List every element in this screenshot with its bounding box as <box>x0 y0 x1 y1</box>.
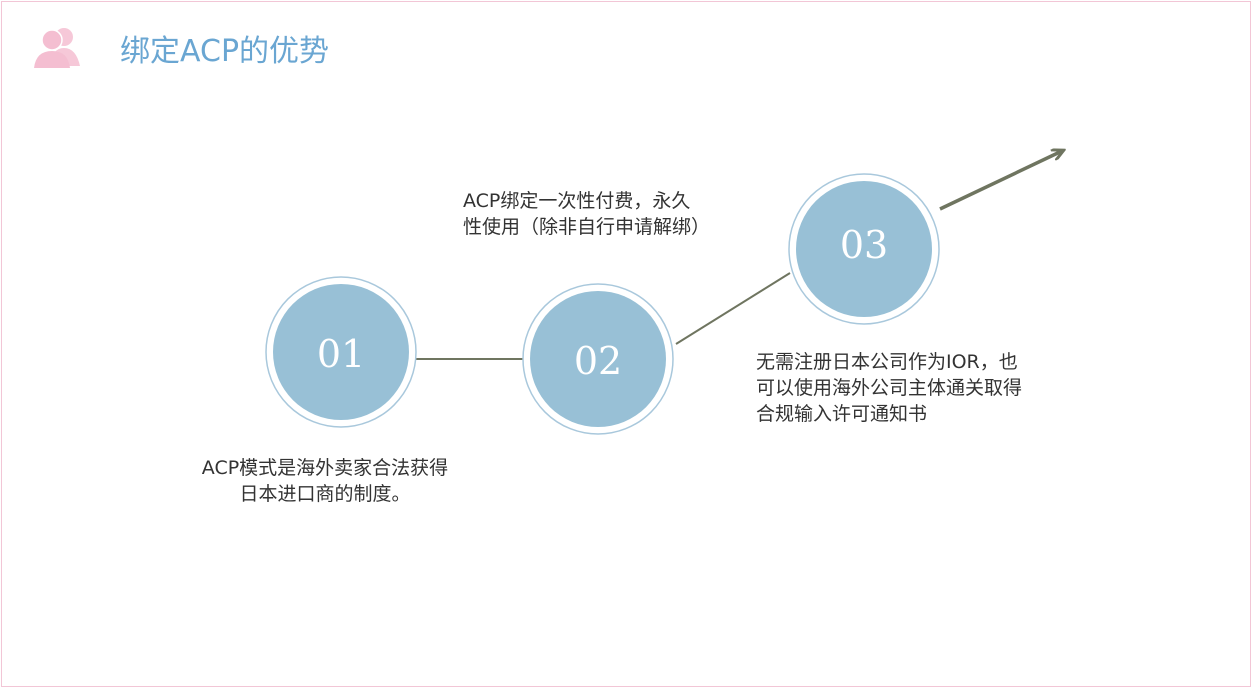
trend-arrow <box>939 151 1062 211</box>
step-number-02: 02 <box>574 339 622 383</box>
step-circle-01: 01 <box>265 276 417 428</box>
connector-2-3 <box>675 272 791 345</box>
step-circle-02: 02 <box>522 283 674 435</box>
step-03-line-3: 合规输入许可通知书 <box>756 403 928 425</box>
step-03-description: 无需注册日本公司作为IOR，也 可以使用海外公司主体通关取得 合规输入许可通知书 <box>756 349 1022 427</box>
step-number-03: 03 <box>840 223 888 267</box>
step-number-01: 01 <box>317 332 365 376</box>
step-03-line-2: 可以使用海外公司主体通关取得 <box>756 377 1023 399</box>
step-01-description: ACP模式是海外卖家合法获得 日本进口商的制度。 <box>170 455 480 507</box>
step-01-line-1: ACP模式是海外卖家合法获得 <box>201 457 449 479</box>
step-03-line-1: 无需注册日本公司作为IOR，也 <box>756 351 1018 373</box>
step-02-description: ACP绑定一次性付费，永久 性使用（除非自行申请解绑） <box>463 188 710 240</box>
step-02-line-1: ACP绑定一次性付费，永久 <box>463 190 691 212</box>
steps-diagram: 01 02 03 <box>265 0 1254 435</box>
step-02-line-2: 性使用（除非自行申请解绑） <box>463 216 711 238</box>
step-01-line-2: 日本进口商的制度。 <box>239 483 411 505</box>
step-circle-03: 03 <box>788 173 940 325</box>
